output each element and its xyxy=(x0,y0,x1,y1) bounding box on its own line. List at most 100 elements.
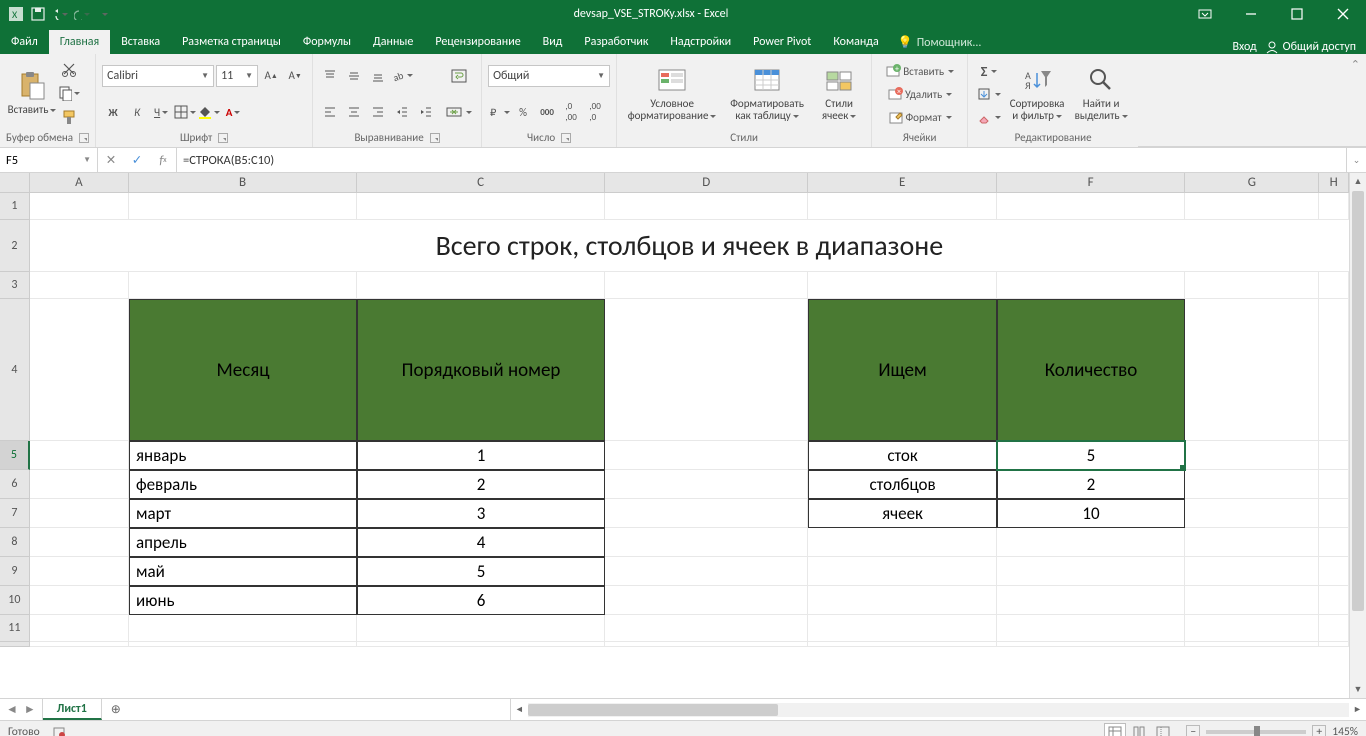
cell[interactable] xyxy=(997,272,1185,299)
fill-color-icon[interactable] xyxy=(198,101,220,123)
scroll-down-icon[interactable]: ▼ xyxy=(1350,681,1366,698)
align-center-icon[interactable] xyxy=(343,101,365,123)
row-header[interactable]: 10 xyxy=(0,586,30,615)
cell[interactable] xyxy=(1185,615,1319,642)
cell[interactable] xyxy=(1319,441,1349,470)
normal-view-icon[interactable] xyxy=(1104,723,1126,736)
cell[interactable]: февраль xyxy=(129,470,357,499)
cell[interactable] xyxy=(30,299,129,441)
tab-view[interactable]: Вид xyxy=(532,30,574,54)
scroll-up-icon[interactable]: ▲ xyxy=(1350,173,1366,190)
cell[interactable] xyxy=(808,586,996,615)
cell[interactable] xyxy=(997,642,1185,647)
cell[interactable]: март xyxy=(129,499,357,528)
col-header[interactable]: B xyxy=(129,173,357,193)
align-right-icon[interactable] xyxy=(367,101,389,123)
cell[interactable]: Порядковый номер xyxy=(357,299,605,441)
zoom-in-button[interactable]: + xyxy=(1312,725,1326,736)
cell[interactable]: 6 xyxy=(357,586,605,615)
worksheet[interactable]: A B C D E F G H 12Всего строк, столбцов … xyxy=(0,173,1349,698)
qat-customize-icon[interactable] xyxy=(96,6,112,22)
decrease-decimal-icon[interactable]: ,00,0 xyxy=(584,101,606,123)
cell[interactable] xyxy=(1185,499,1319,528)
align-top-icon[interactable] xyxy=(319,65,341,87)
scroll-right-icon[interactable]: ► xyxy=(1349,704,1366,715)
cell[interactable] xyxy=(808,557,996,586)
tab-file[interactable]: Файл xyxy=(0,30,49,54)
formula-input[interactable]: =СТРОКА(B5:C10) xyxy=(177,148,1346,172)
cell[interactable] xyxy=(1185,299,1319,441)
tab-data[interactable]: Данные xyxy=(362,30,424,54)
cell[interactable]: Всего строк, столбцов и ячеек в диапазон… xyxy=(30,220,1349,272)
redo-icon[interactable] xyxy=(74,6,90,22)
fill-icon[interactable] xyxy=(974,83,1004,105)
dialog-launcher-icon[interactable] xyxy=(561,133,571,143)
new-sheet-button[interactable]: ⊕ xyxy=(102,699,130,720)
cell[interactable] xyxy=(997,528,1185,557)
italic-icon[interactable]: К xyxy=(126,101,148,123)
cell[interactable] xyxy=(1319,642,1349,647)
cell[interactable] xyxy=(30,441,129,470)
insert-function-icon[interactable]: fx xyxy=(150,153,176,168)
row-header[interactable]: 7 xyxy=(0,499,30,528)
decrease-font-icon[interactable]: A▼ xyxy=(284,65,306,87)
cell[interactable]: сток xyxy=(808,441,996,470)
tab-formulas[interactable]: Формулы xyxy=(292,30,362,54)
accounting-format-icon[interactable]: ₽ xyxy=(488,101,510,123)
tab-developer[interactable]: Разработчик xyxy=(573,30,659,54)
cell[interactable]: апрель xyxy=(129,528,357,557)
align-bottom-icon[interactable] xyxy=(367,65,389,87)
dialog-launcher-icon[interactable] xyxy=(218,133,228,143)
select-all-corner[interactable] xyxy=(0,173,30,193)
font-name-combo[interactable]: Calibri▼ xyxy=(102,65,214,87)
page-layout-view-icon[interactable] xyxy=(1128,723,1150,736)
tab-home[interactable]: Главная xyxy=(49,30,110,54)
zoom-slider[interactable] xyxy=(1206,730,1306,734)
copy-icon[interactable] xyxy=(58,82,80,104)
signin-link[interactable]: Вход xyxy=(1232,40,1256,54)
cell[interactable] xyxy=(357,272,605,299)
cell[interactable]: январь xyxy=(129,441,357,470)
cell[interactable]: 1 xyxy=(357,441,605,470)
increase-decimal-icon[interactable]: ,0,00 xyxy=(560,101,582,123)
insert-cells-button[interactable]: +Вставить xyxy=(878,60,961,82)
wrap-text-icon[interactable] xyxy=(443,65,475,87)
cell[interactable] xyxy=(30,557,129,586)
tab-addins[interactable]: Надстройки xyxy=(659,30,742,54)
col-header[interactable]: H xyxy=(1319,173,1349,193)
cell[interactable] xyxy=(129,615,357,642)
row-header[interactable]: 2 xyxy=(0,220,30,272)
cell[interactable] xyxy=(1185,642,1319,647)
format-cells-button[interactable]: Формат xyxy=(878,107,961,129)
cell[interactable] xyxy=(357,193,605,220)
cell[interactable] xyxy=(997,615,1185,642)
cell[interactable]: Ищем xyxy=(808,299,996,441)
cell[interactable] xyxy=(1185,470,1319,499)
scroll-thumb[interactable] xyxy=(1352,191,1364,611)
maximize-button[interactable] xyxy=(1274,0,1320,28)
cell[interactable] xyxy=(1185,528,1319,557)
cell[interactable] xyxy=(605,586,808,615)
save-icon[interactable] xyxy=(30,6,46,22)
cell[interactable] xyxy=(605,499,808,528)
cell[interactable] xyxy=(30,586,129,615)
col-header[interactable]: E xyxy=(808,173,996,193)
delete-cells-button[interactable]: ×Удалить xyxy=(878,83,961,105)
cell[interactable] xyxy=(1319,272,1349,299)
cell[interactable]: 2 xyxy=(997,470,1185,499)
row-header[interactable]: 11 xyxy=(0,615,30,642)
cell[interactable]: 2 xyxy=(357,470,605,499)
horizontal-scrollbar[interactable] xyxy=(528,703,1349,717)
collapse-ribbon-icon[interactable]: ⌃ xyxy=(1351,58,1360,71)
orientation-icon[interactable]: ab xyxy=(391,65,413,87)
minimize-button[interactable] xyxy=(1228,0,1274,28)
cell[interactable] xyxy=(997,557,1185,586)
cell[interactable] xyxy=(357,642,605,647)
conditional-formatting-button[interactable]: Условное форматирование xyxy=(623,57,721,129)
cell[interactable] xyxy=(605,557,808,586)
row-header[interactable] xyxy=(0,642,30,647)
cell[interactable] xyxy=(808,615,996,642)
page-break-view-icon[interactable] xyxy=(1152,723,1174,736)
cut-icon[interactable] xyxy=(58,58,80,80)
cell[interactable] xyxy=(129,642,357,647)
